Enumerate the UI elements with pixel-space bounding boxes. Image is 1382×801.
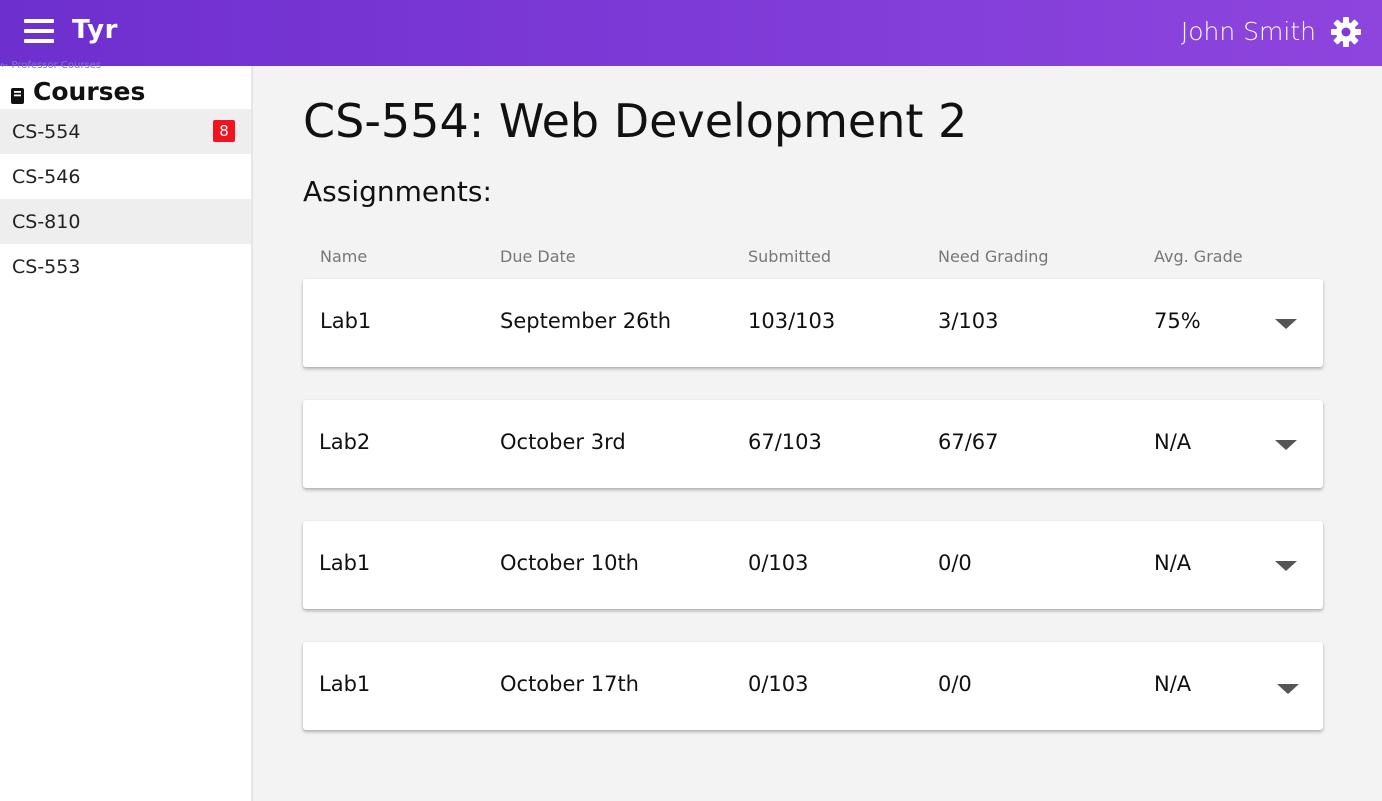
- assignment-submitted: 0/103: [748, 672, 809, 696]
- assignment-due-date: October 10th: [500, 551, 639, 575]
- book-icon: [10, 82, 25, 104]
- notification-badge: 8: [213, 120, 235, 142]
- sidebar: ← Professor Courses Courses CS-554 8 CS-…: [0, 60, 253, 801]
- assignment-due-date: October 17th: [500, 672, 639, 696]
- assignment-need-grading: 3/103: [938, 309, 999, 333]
- course-list: CS-554 8 CS-546 CS-810 CS-553: [0, 109, 251, 289]
- sidebar-item-cs-553[interactable]: CS-553: [0, 244, 251, 289]
- courses-heading: Courses: [10, 76, 145, 106]
- assignment-submitted: 67/103: [748, 430, 822, 454]
- column-header-due-date: Due Date: [500, 247, 576, 266]
- assignment-name: Lab1: [319, 551, 371, 575]
- sidebar-item-label: CS-554: [12, 120, 81, 143]
- assignment-need-grading: 0/0: [938, 672, 972, 696]
- assignment-avg-grade: 75%: [1154, 309, 1201, 333]
- section-title: Assignments:: [303, 175, 492, 208]
- assignment-due-date: October 3rd: [500, 430, 626, 454]
- sidebar-item-label: CS-546: [12, 165, 81, 188]
- assignment-row[interactable]: Lab1 September 26th 103/103 3/103 75%: [303, 279, 1323, 367]
- sidebar-item-label: CS-810: [12, 210, 81, 233]
- assignment-avg-grade: N/A: [1154, 430, 1192, 454]
- app-title[interactable]: Tyr: [72, 15, 118, 45]
- column-header-need-grading: Need Grading: [938, 247, 1049, 266]
- chevron-down-icon[interactable]: [1277, 684, 1299, 694]
- column-header-submitted: Submitted: [748, 247, 832, 266]
- assignment-submitted: 103/103: [748, 309, 836, 333]
- sidebar-item-label: CS-553: [12, 255, 81, 278]
- hamburger-menu-icon[interactable]: [24, 18, 54, 44]
- assignment-submitted: 0/103: [748, 551, 809, 575]
- assignment-row[interactable]: Lab2 October 3rd 67/103 67/67 N/A: [303, 400, 1323, 488]
- page-title: CS-554: Web Development 2: [303, 94, 968, 148]
- chevron-down-icon[interactable]: [1275, 319, 1297, 329]
- assignment-row[interactable]: Lab1 October 10th 0/103 0/0 N/A: [303, 521, 1323, 609]
- chevron-down-icon[interactable]: [1275, 561, 1297, 571]
- column-header-name: Name: [320, 247, 368, 266]
- courses-heading-label: Courses: [33, 76, 146, 106]
- gear-icon[interactable]: [1330, 16, 1362, 48]
- column-header-avg-grade: Avg. Grade: [1154, 247, 1243, 266]
- top-bar: Tyr John Smith: [0, 0, 1382, 66]
- assignment-avg-grade: N/A: [1154, 672, 1192, 696]
- sidebar-item-cs-554[interactable]: CS-554 8: [0, 109, 251, 154]
- assignment-need-grading: 67/67: [938, 430, 999, 454]
- chevron-down-icon[interactable]: [1275, 440, 1297, 450]
- assignment-name: Lab2: [319, 430, 371, 454]
- user-name[interactable]: John Smith: [1181, 17, 1316, 46]
- breadcrumb[interactable]: ← Professor Courses: [0, 60, 101, 71]
- assignment-name: Lab1: [319, 672, 371, 696]
- assignment-name: Lab1: [320, 309, 372, 333]
- assignment-row[interactable]: Lab1 October 17th 0/103 0/0 N/A: [303, 642, 1323, 730]
- assignment-avg-grade: N/A: [1154, 551, 1192, 575]
- assignment-need-grading: 0/0: [938, 551, 972, 575]
- sidebar-item-cs-810[interactable]: CS-810: [0, 199, 251, 244]
- assignment-due-date: September 26th: [500, 309, 672, 333]
- sidebar-item-cs-546[interactable]: CS-546: [0, 154, 251, 199]
